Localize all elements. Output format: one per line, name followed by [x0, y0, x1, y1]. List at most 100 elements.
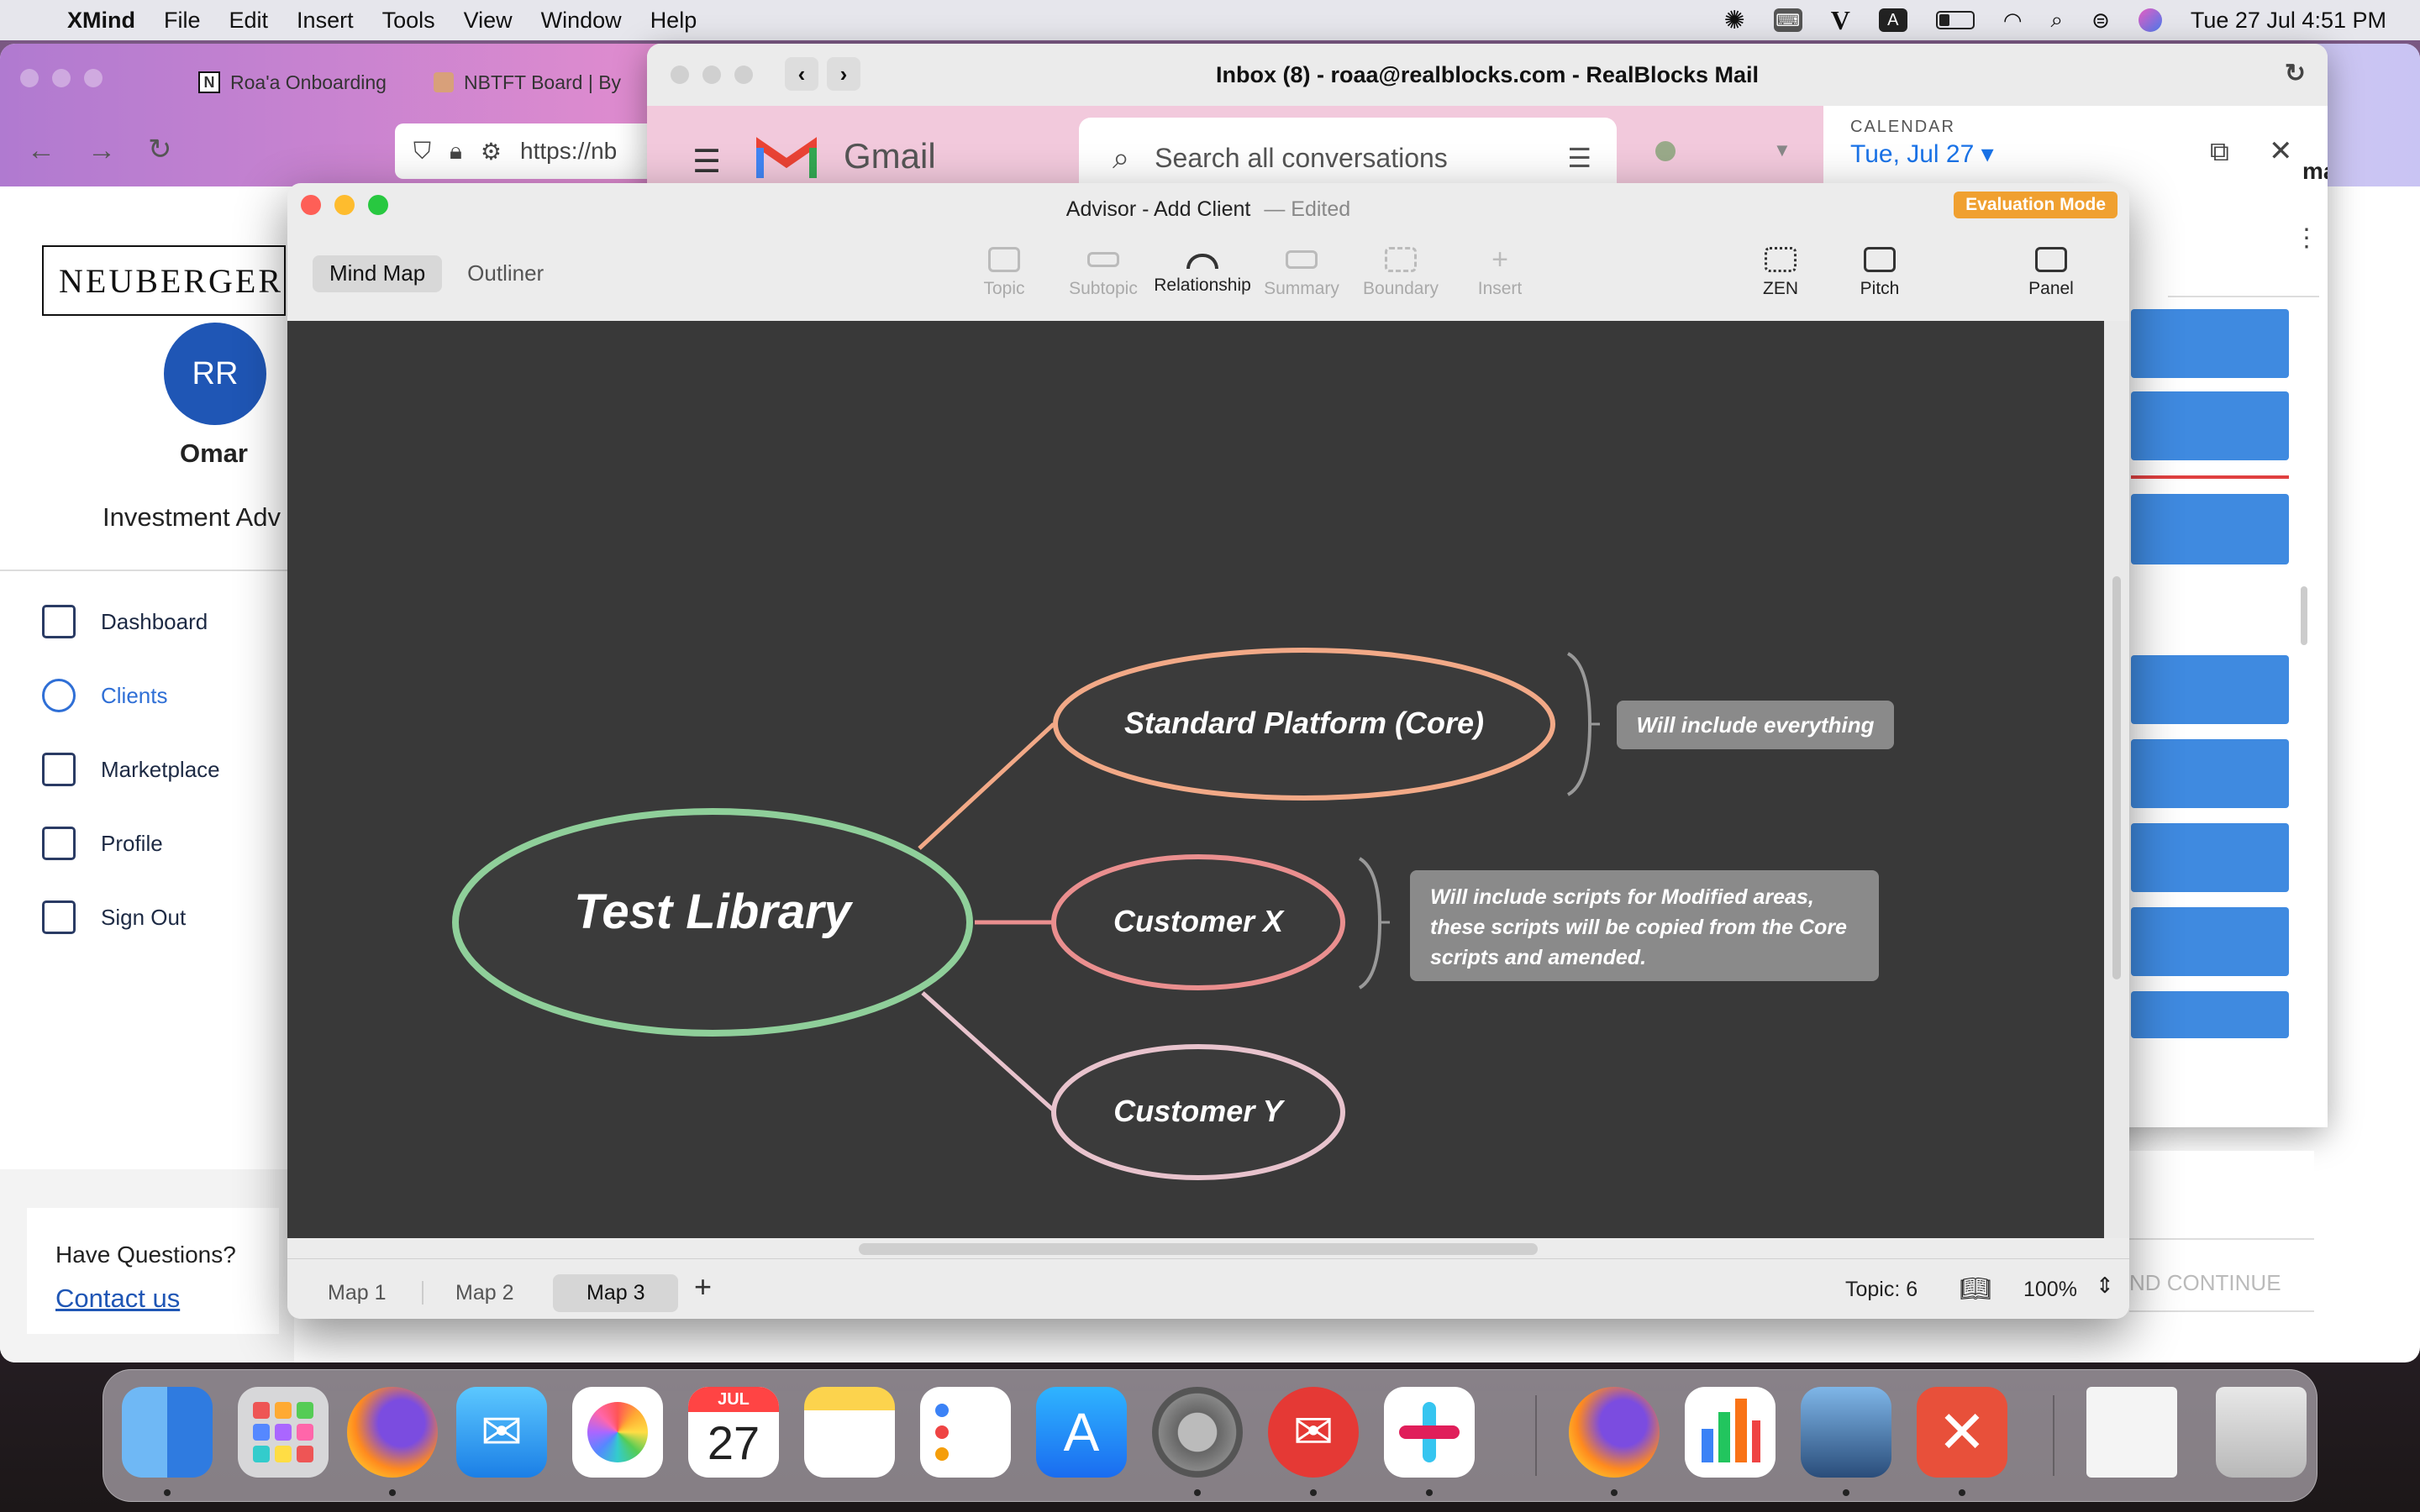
mind-map-canvas[interactable]: Test Library Standard Platform (Core) Cu… [287, 321, 2104, 1238]
nav-sign-out[interactable]: Sign Out [42, 900, 186, 934]
central-topic[interactable]: Test Library [455, 884, 970, 940]
nav-clients[interactable]: Clients [42, 679, 167, 712]
calendar-event[interactable] [2131, 391, 2289, 460]
status-dropdown-icon[interactable]: ▼ [1773, 139, 1791, 161]
menu-file[interactable]: File [164, 8, 201, 34]
slack-icon[interactable] [1384, 1387, 1475, 1478]
map-tab-2[interactable]: Map 2 [422, 1274, 547, 1312]
reminders-icon[interactable] [920, 1387, 1011, 1478]
back-arrow-icon[interactable]: ← [27, 134, 55, 167]
book-icon[interactable]: 📖︎ [1960, 1274, 1991, 1304]
avatar[interactable]: RR [164, 323, 266, 425]
open-external-icon[interactable]: ⧉ [2210, 136, 2229, 168]
preview-icon[interactable] [1801, 1387, 1891, 1478]
url-bar[interactable]: ⛉ 🔒︎ ⚙ https://nb [395, 123, 655, 179]
app-store-icon[interactable]: A [1036, 1387, 1127, 1478]
xmind-icon[interactable]: ✕ [1917, 1387, 2007, 1478]
window-zoom-button[interactable] [368, 195, 388, 215]
scrollbar[interactable] [2301, 586, 2307, 645]
continue-button[interactable]: ND CONTINUE [2129, 1270, 2281, 1296]
pitch-mode-button[interactable]: Pitch [1833, 247, 1926, 299]
window-minimize-button[interactable] [702, 66, 721, 84]
launchpad-icon[interactable] [238, 1387, 329, 1478]
add-map-button[interactable]: + [694, 1269, 712, 1305]
topic-customer-y[interactable]: Customer Y [1054, 1094, 1343, 1129]
note-customer-x-scripts[interactable]: Will include scripts for Modified areas,… [1410, 870, 1879, 981]
numbers-icon[interactable] [1685, 1387, 1776, 1478]
summary-tool-button[interactable]: Summary [1255, 247, 1348, 299]
burst-status-icon[interactable]: ✺ [1724, 6, 1745, 35]
topic-standard-platform[interactable]: Standard Platform (Core) [1055, 706, 1553, 741]
notes-icon[interactable] [804, 1387, 895, 1478]
spotlight-search-icon[interactable]: ⌕ [2051, 7, 2064, 34]
vertical-scrollbar[interactable] [2104, 321, 2129, 1238]
more-options-icon[interactable]: ⋮ [2294, 223, 2319, 253]
keyboard-status-icon[interactable]: ⌨ [1773, 8, 1802, 32]
menu-edit[interactable]: Edit [229, 8, 269, 34]
calendar-event[interactable] [2131, 991, 2289, 1038]
back-icon[interactable]: ‹ [785, 57, 818, 91]
map-tab-3[interactable]: Map 3 [553, 1274, 679, 1312]
tab-mind-map[interactable]: Mind Map [313, 255, 443, 292]
window-minimize-button[interactable] [52, 69, 71, 87]
nav-profile[interactable]: Profile [42, 827, 163, 860]
calendar-date-selector[interactable]: Tue, Jul 27 ▾ [1850, 139, 1994, 169]
zoom-level[interactable]: 100% [2023, 1278, 2077, 1302]
trash-icon[interactable] [2216, 1387, 2307, 1478]
hamburger-menu-icon[interactable]: ☰ [692, 143, 721, 181]
window-zoom-button[interactable] [734, 66, 753, 84]
menu-app-name[interactable]: XMind [67, 8, 135, 34]
topic-tool-button[interactable]: Topic [958, 247, 1050, 299]
topic-customer-x[interactable]: Customer X [1054, 904, 1343, 939]
airmail-icon[interactable]: ✉ [1268, 1387, 1359, 1478]
menu-help[interactable]: Help [650, 8, 697, 34]
calendar-event[interactable] [2131, 823, 2289, 892]
firefox-icon[interactable] [347, 1387, 438, 1478]
tab-outliner[interactable]: Outliner [450, 255, 560, 292]
siri-icon[interactable] [2138, 8, 2162, 32]
window-close-button[interactable] [671, 66, 689, 84]
status-indicator[interactable] [1655, 141, 1676, 161]
boundary-tool-button[interactable]: Boundary [1355, 247, 1447, 299]
relationship-tool-button[interactable]: Relationship [1154, 247, 1251, 296]
window-zoom-button[interactable] [84, 69, 103, 87]
calendar-app-icon[interactable]: JUL 27 [688, 1387, 779, 1478]
photos-icon[interactable] [572, 1387, 663, 1478]
scroll-thumb[interactable] [2112, 576, 2121, 979]
zen-mode-button[interactable]: ZEN [1734, 247, 1827, 299]
menu-view[interactable]: View [464, 8, 513, 34]
zoom-stepper-icon[interactable]: ⇕ [2096, 1273, 2114, 1299]
calendar-event[interactable] [2131, 739, 2289, 808]
forward-icon[interactable]: › [827, 57, 860, 91]
contact-us-link[interactable]: Contact us [55, 1284, 180, 1314]
panel-toggle-button[interactable]: Panel [2005, 247, 2097, 299]
insert-tool-button[interactable]: + Insert [1454, 245, 1546, 299]
calendar-event[interactable] [2131, 309, 2289, 378]
firefox-dev-icon[interactable] [1569, 1387, 1660, 1478]
window-minimize-button[interactable] [334, 195, 355, 215]
filter-options-icon[interactable]: ☰ [1567, 142, 1591, 174]
system-preferences-icon[interactable] [1152, 1387, 1243, 1478]
battery-icon[interactable] [1935, 11, 1975, 29]
control-center-icon[interactable]: ⊜ [2091, 8, 2110, 34]
reload-icon[interactable]: ↻ [2285, 59, 2306, 88]
calendar-event[interactable] [2131, 655, 2289, 724]
search-input[interactable]: Search all conversations [1155, 143, 1448, 174]
window-close-button[interactable] [301, 195, 321, 215]
close-icon[interactable]: ✕ [2269, 134, 2293, 168]
menu-window[interactable]: Window [541, 8, 622, 34]
vivaldi-status-icon[interactable]: V [1831, 5, 1850, 36]
note-will-include-everything[interactable]: Will include everything [1617, 701, 1894, 749]
reload-icon[interactable]: ↻ [148, 133, 172, 166]
menubar-clock[interactable]: Tue 27 Jul 4:51 PM [2191, 8, 2386, 34]
calendar-event[interactable] [2131, 907, 2289, 976]
browser-tab-onboarding[interactable]: N Roa'a Onboarding [198, 62, 387, 102]
map-tab-1[interactable]: Map 1 [294, 1274, 419, 1312]
calendar-event[interactable] [2131, 494, 2289, 564]
window-close-button[interactable] [20, 69, 39, 87]
wifi-icon[interactable]: ◠ [2003, 8, 2023, 34]
input-source-icon[interactable]: A [1878, 8, 1907, 32]
subtopic-tool-button[interactable]: Subtopic [1057, 247, 1150, 299]
evaluation-mode-badge[interactable]: Evaluation Mode [1954, 192, 2118, 218]
nav-marketplace[interactable]: Marketplace [42, 753, 220, 786]
